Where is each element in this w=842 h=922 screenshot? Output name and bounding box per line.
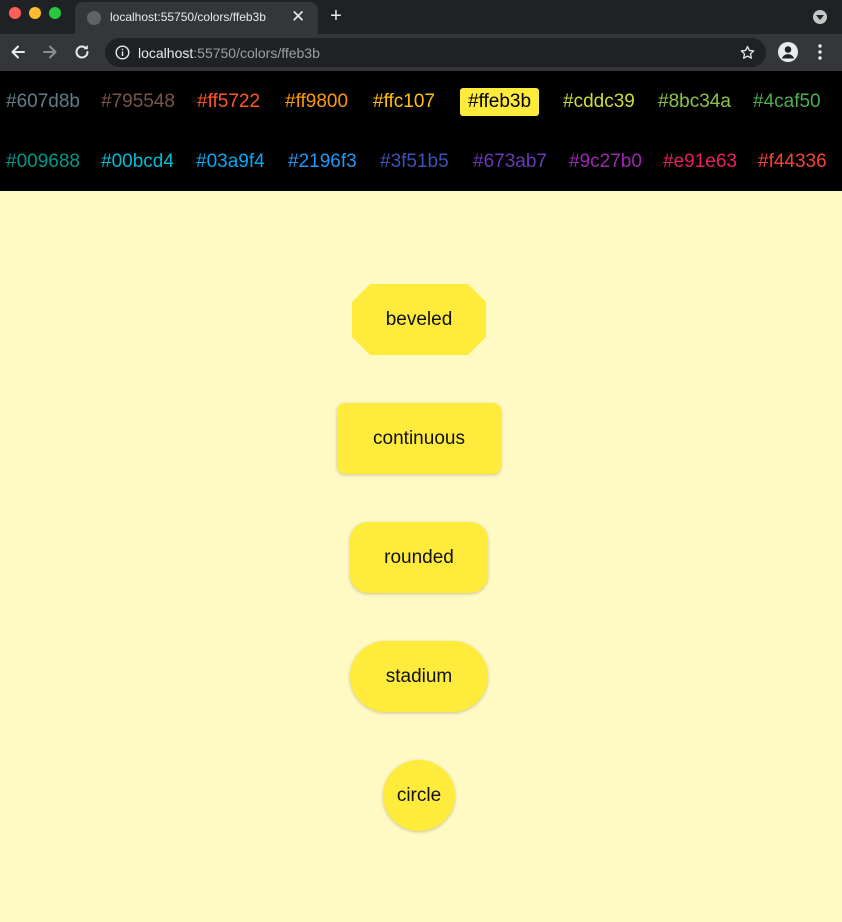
color-link[interactable]: #607d8b xyxy=(0,88,88,116)
color-link[interactable]: #673ab7 xyxy=(465,148,555,176)
color-link[interactable]: #3f51b5 xyxy=(372,148,457,176)
new-tab-icon[interactable]: + xyxy=(326,5,346,27)
forward-arrow-icon[interactable] xyxy=(40,42,60,62)
color-link[interactable]: #ffc107 xyxy=(365,88,443,116)
reload-icon[interactable] xyxy=(72,42,92,62)
continuous-button[interactable]: continuous xyxy=(337,403,501,474)
bookmark-star-icon[interactable] xyxy=(739,44,756,61)
minimize-window-icon[interactable] xyxy=(29,7,41,19)
color-link-selected[interactable]: #ffeb3b xyxy=(460,88,540,116)
url-host: localhost xyxy=(138,45,194,61)
rounded-button[interactable]: rounded xyxy=(350,522,488,593)
url-text: localhost:55750/colors/ffeb3b xyxy=(138,45,320,61)
color-link[interactable]: #009688 xyxy=(0,148,88,176)
color-link[interactable]: #795548 xyxy=(93,88,183,116)
color-link[interactable]: #00bcd4 xyxy=(93,148,182,176)
color-link[interactable]: #ff9800 xyxy=(277,88,356,116)
color-link[interactable]: #ff5722 xyxy=(189,88,268,116)
color-link[interactable]: #cddc39 xyxy=(555,88,643,116)
color-nav: #607d8b #795548 #ff5722 #ff9800 #ffc107 … xyxy=(0,71,842,191)
color-link[interactable]: #2196f3 xyxy=(280,148,365,176)
close-window-icon[interactable] xyxy=(9,7,21,19)
rounded-button-label: rounded xyxy=(384,546,454,568)
circle-button-label: circle xyxy=(396,784,442,806)
beveled-button-label: beveled xyxy=(385,308,453,330)
color-link[interactable]: #03a9f4 xyxy=(188,148,273,176)
tab-title: localhost:55750/colors/ffeb3b xyxy=(110,10,266,24)
stadium-button[interactable]: stadium xyxy=(350,641,488,712)
back-arrow-icon[interactable] xyxy=(8,42,28,62)
stadium-button-label: stadium xyxy=(385,665,453,687)
globe-icon xyxy=(87,11,101,25)
tab-close-icon[interactable]: ✕ xyxy=(291,7,305,27)
browser-tab[interactable]: localhost:55750/colors/ffeb3b ✕ xyxy=(75,2,318,34)
info-icon[interactable] xyxy=(115,45,130,60)
kebab-menu-icon[interactable] xyxy=(812,42,828,62)
beveled-button[interactable]: beveled xyxy=(352,284,486,355)
maximize-window-icon[interactable] xyxy=(49,7,61,19)
continuous-button-label: continuous xyxy=(373,427,465,449)
color-link[interactable]: #e91e63 xyxy=(655,148,745,176)
address-bar[interactable]: localhost:55750/colors/ffeb3b xyxy=(105,38,766,67)
tab-search-icon[interactable] xyxy=(813,10,827,24)
profile-avatar-icon[interactable] xyxy=(778,42,798,62)
color-link[interactable]: #9c27b0 xyxy=(561,148,650,176)
color-link[interactable]: #8bc34a xyxy=(650,88,739,116)
browser-toolbar: localhost:55750/colors/ffeb3b xyxy=(0,34,842,71)
url-path: :55750/colors/ffeb3b xyxy=(193,45,320,61)
circle-button[interactable]: circle xyxy=(383,760,455,831)
color-link[interactable]: #f44336 xyxy=(750,148,835,176)
color-link[interactable]: #4caf50 xyxy=(745,88,829,116)
browser-tab-bar: localhost:55750/colors/ffeb3b ✕ + xyxy=(0,0,842,34)
